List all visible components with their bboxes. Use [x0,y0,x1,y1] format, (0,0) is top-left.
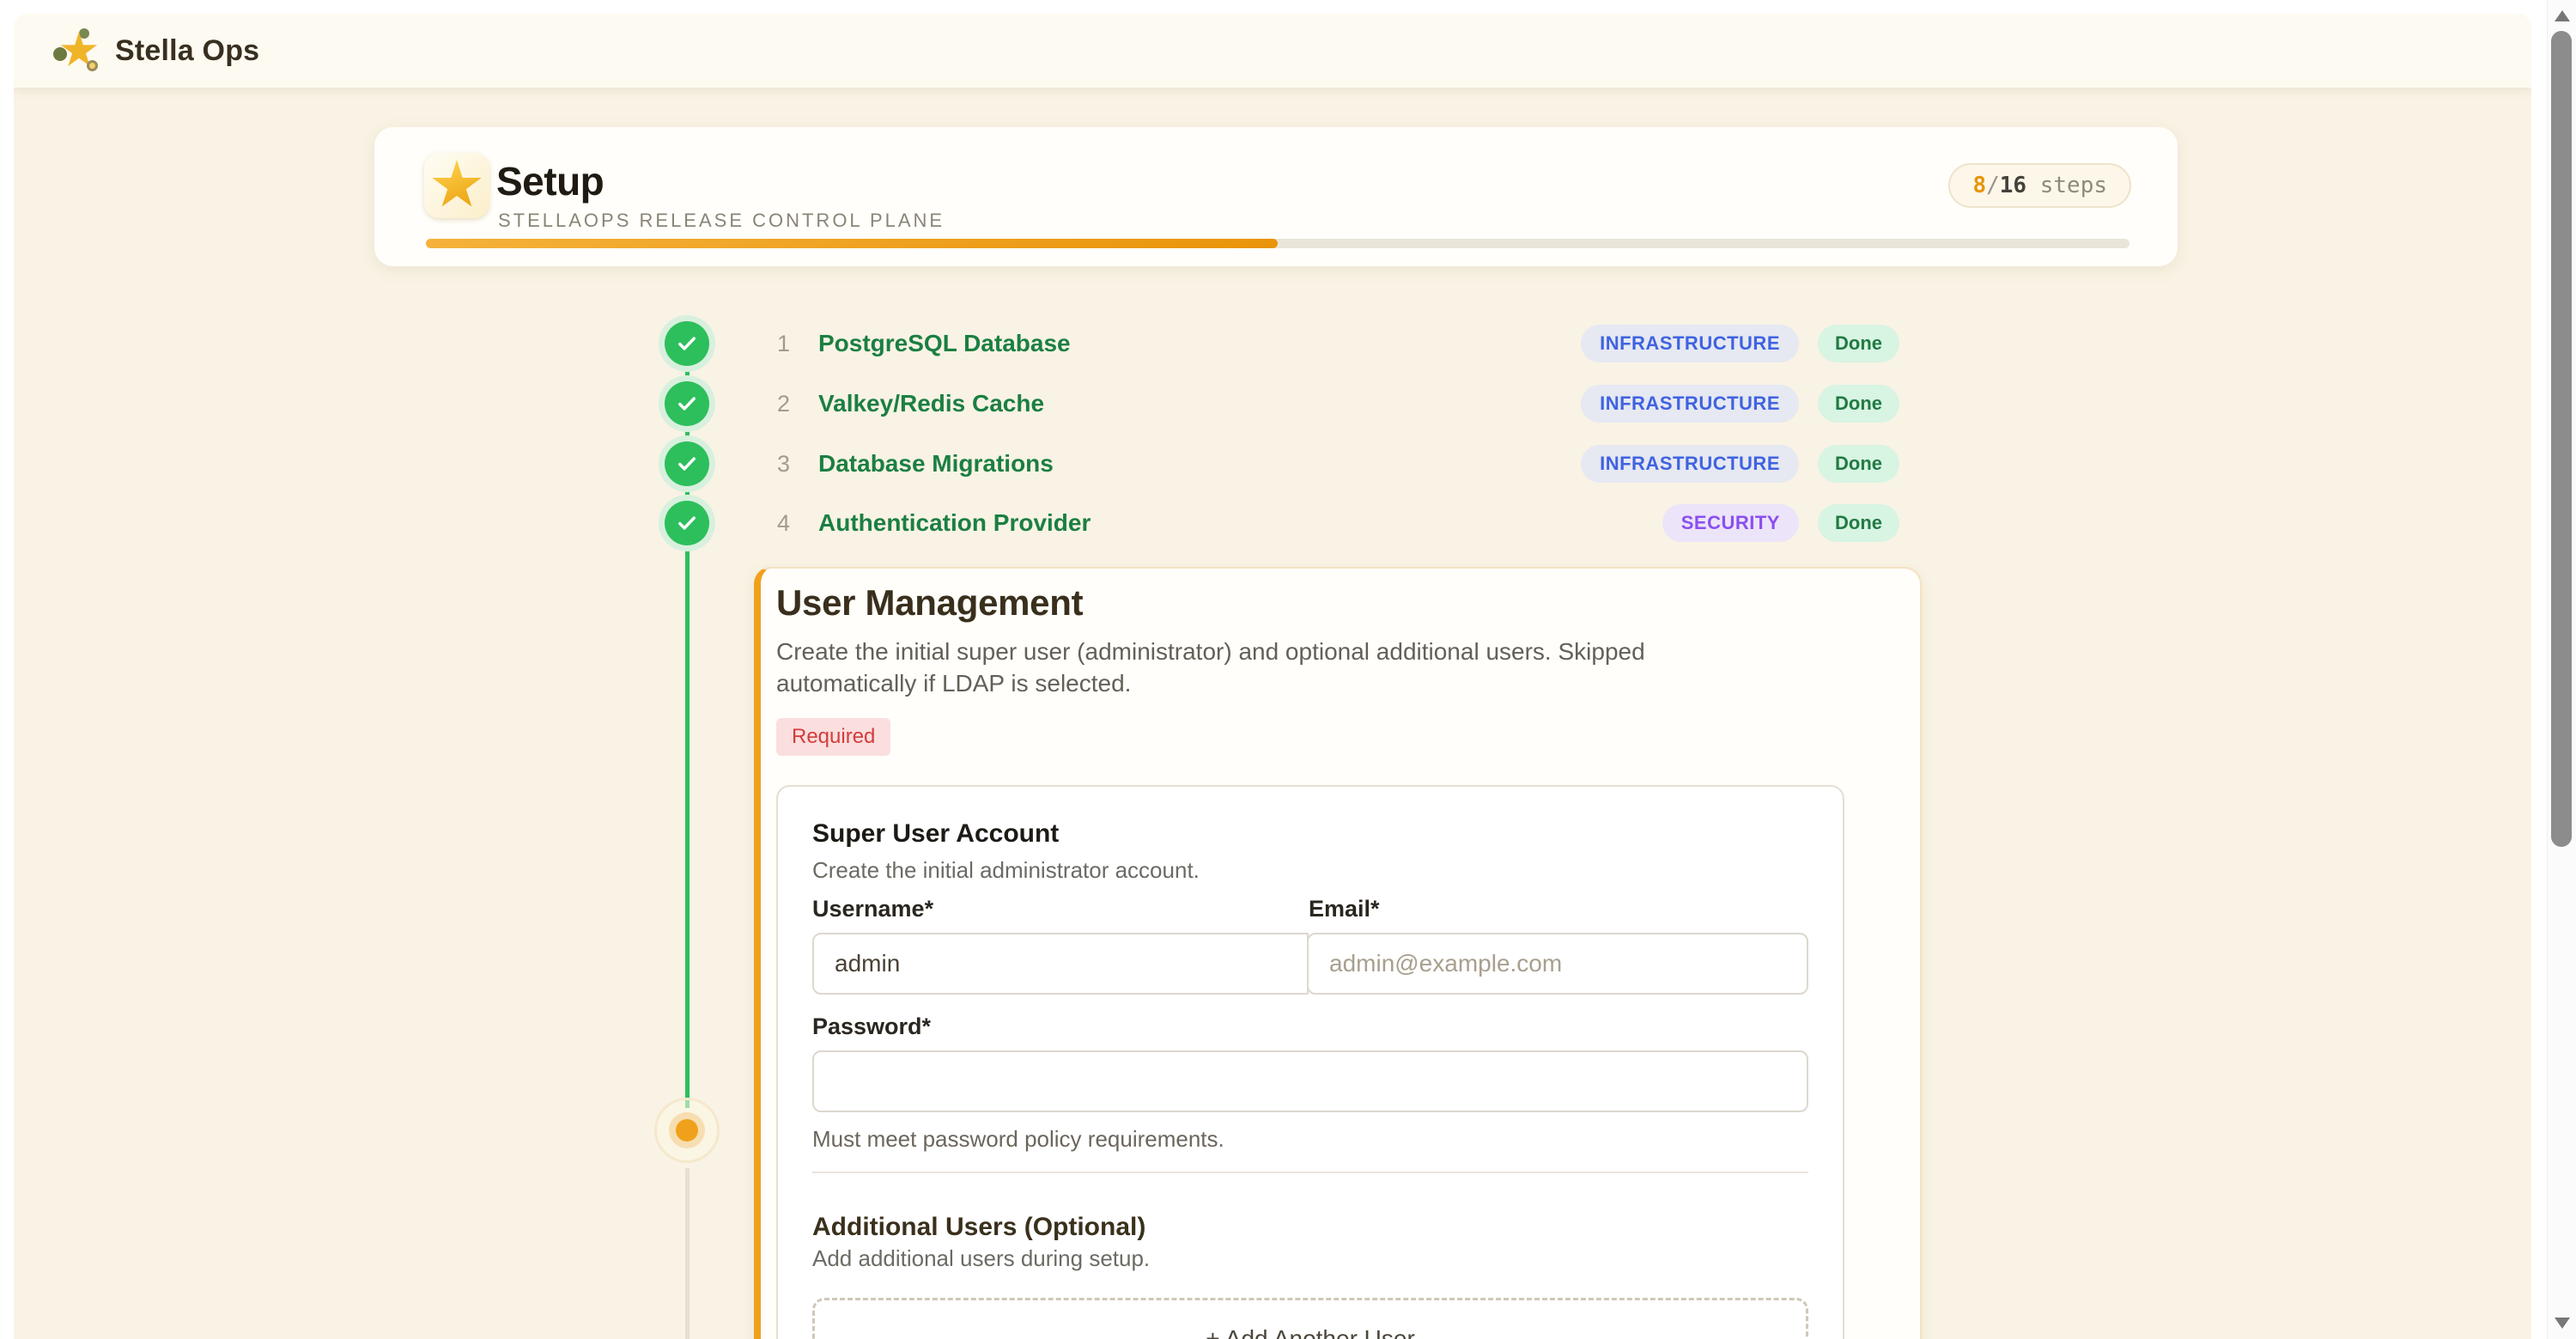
additional-users-subheading: Add additional users during setup. [812,1245,1808,1272]
user-management-card: User Management Create the initial super… [754,567,1922,1339]
step-row-valkey-redis[interactable]: 2 Valkey/Redis Cache INFRASTRUCTURE Done [777,380,1899,428]
required-badge: Required [776,718,890,756]
step-1-check-icon [665,321,709,366]
section-divider [812,1172,1808,1173]
brand-name: Stella Ops [115,34,259,68]
category-badge: INFRASTRUCTURE [1581,325,1799,362]
steps-total-count: 16 [2000,173,2026,198]
password-input[interactable] [812,1050,1808,1112]
super-user-account-card: Super User Account Create the initial ad… [776,785,1844,1339]
step-number: 2 [777,391,796,417]
category-badge: SECURITY [1662,504,1799,542]
step-2-check-icon [665,381,709,426]
vertical-scrollbar[interactable] [2547,0,2576,1339]
section-description: Create the initial super user (administr… [776,636,1764,699]
star-icon [431,160,483,211]
step-4-check-icon [665,501,709,545]
password-label: Password* [812,1013,1808,1040]
step-badges: INFRASTRUCTURE Done [1581,385,1899,423]
steps-suffix: steps [2026,173,2107,198]
step-title: Authentication Provider [818,509,1091,537]
scroll-down-icon[interactable] [2555,1318,2570,1329]
steps-done-count: 8 [1972,173,1986,198]
app-surface: Stella Ops Setup STELLAOPS RELEASE CONTR… [14,14,2531,1339]
status-badge: Done [1818,504,1899,542]
scrollbar-thumb[interactable] [2551,31,2572,847]
add-another-user-button[interactable]: + Add Another User [812,1298,1808,1339]
gear-icon [53,47,67,61]
field-labels-row: Username* Email* [812,896,1808,922]
app-header: Stella Ops [14,14,2531,88]
step-number: 1 [777,331,796,357]
status-badge: Done [1818,325,1899,362]
status-badge: Done [1818,385,1899,423]
setup-star-icon [424,153,489,218]
step-row-postgresql[interactable]: 1 PostgreSQL Database INFRASTRUCTURE Don… [777,320,1899,368]
step-badges: SECURITY Done [1662,504,1899,542]
steps-separator: / [1986,173,2000,198]
username-email-row [812,933,1808,995]
additional-users-heading: Additional Users (Optional) [812,1213,1808,1242]
username-label: Username* [812,896,1309,922]
magnifier-icon [87,60,98,71]
timeline-line-upcoming [685,1168,690,1339]
current-step-marker [676,1119,698,1141]
status-badge: Done [1818,445,1899,483]
progress-bar-track [426,239,2129,248]
section-title: User Management [776,582,1886,624]
category-badge: INFRASTRUCTURE [1581,385,1799,423]
setup-progress-card: Setup STELLAOPS RELEASE CONTROL PLANE 8/… [374,127,2178,266]
step-row-db-migrations[interactable]: 3 Database Migrations INFRASTRUCTURE Don… [777,440,1899,488]
super-user-subheading: Create the initial administrator account… [812,857,1808,884]
step-number: 3 [777,451,796,478]
page-subtitle: STELLAOPS RELEASE CONTROL PLANE [498,210,945,232]
password-help-text: Must meet password policy requirements. [812,1126,1808,1153]
scroll-up-icon[interactable] [2555,10,2570,21]
step-title: PostgreSQL Database [818,330,1071,357]
email-input[interactable] [1307,933,1808,995]
step-badges: INFRASTRUCTURE Done [1581,445,1899,483]
step-number: 4 [777,510,796,537]
step-row-auth-provider[interactable]: 4 Authentication Provider SECURITY Done [777,499,1899,547]
super-user-heading: Super User Account [812,819,1808,849]
stella-ops-logo-icon [53,28,98,73]
step-title: Database Migrations [818,450,1054,478]
step-3-check-icon [665,441,709,486]
email-label: Email* [1309,896,1380,922]
username-input[interactable] [812,933,1309,995]
step-badges: INFRASTRUCTURE Done [1581,325,1899,362]
page-title: Setup [496,158,604,204]
category-badge: INFRASTRUCTURE [1581,445,1799,483]
step-title: Valkey/Redis Cache [818,390,1044,417]
progress-fill [426,239,1278,248]
steps-counter-badge: 8/16 steps [1948,163,2131,208]
